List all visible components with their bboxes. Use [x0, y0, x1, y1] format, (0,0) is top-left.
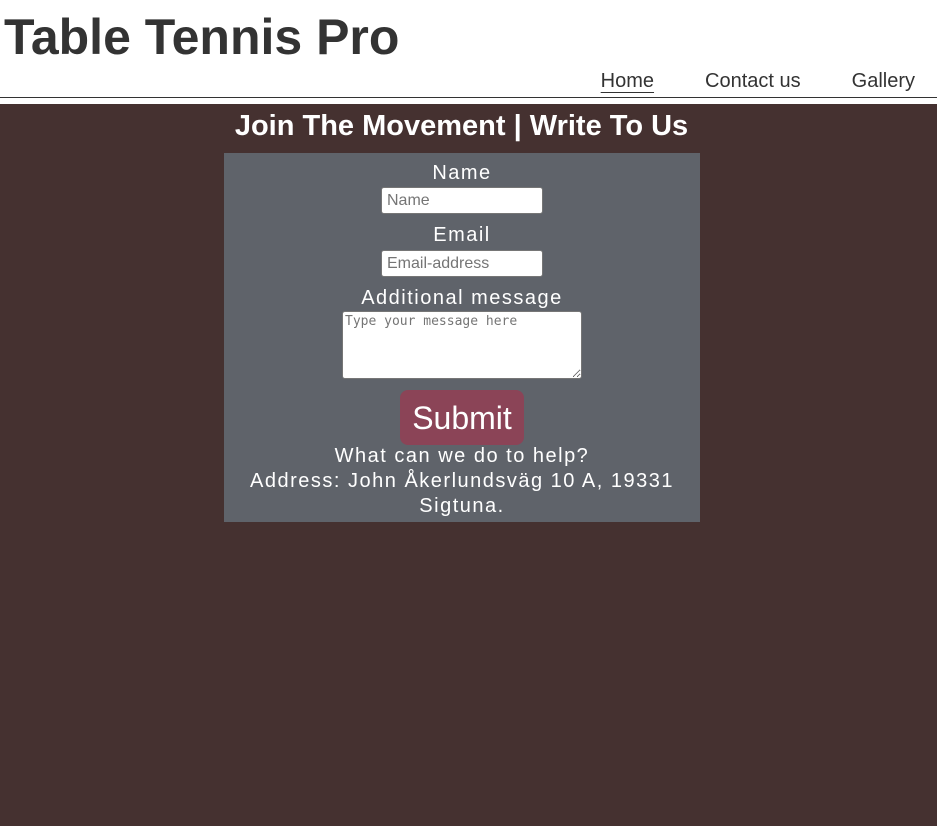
message-label: Additional message [361, 287, 563, 309]
email-input[interactable] [381, 250, 543, 277]
header-divider [0, 97, 937, 98]
help-text: What can we do to help? [334, 445, 590, 467]
nav-link-gallery[interactable]: Gallery [852, 70, 915, 92]
site-header: Table Tennis Pro Home Contact us Gallery [0, 0, 937, 104]
main-content: Join The Movement | Write To Us Name Ema… [0, 104, 937, 826]
nav-link-home[interactable]: Home [601, 70, 654, 92]
address-line-2: Sigtuna. [419, 495, 505, 517]
email-label: Email [433, 224, 491, 246]
nav-link-contact-us[interactable]: Contact us [705, 70, 801, 92]
main-nav: Home Contact us Gallery [601, 70, 915, 92]
name-input[interactable] [381, 187, 543, 214]
contact-form: Name Email Additional message Submit Wha… [224, 153, 700, 522]
name-label: Name [432, 162, 492, 184]
submit-button[interactable]: Submit [400, 390, 524, 445]
site-title: Table Tennis Pro [4, 9, 400, 65]
address-line-1: Address: John Åkerlundsväg 10 A, 19331 [250, 470, 674, 492]
page-heading: Join The Movement | Write To Us [234, 110, 689, 142]
message-textarea[interactable] [342, 311, 582, 379]
